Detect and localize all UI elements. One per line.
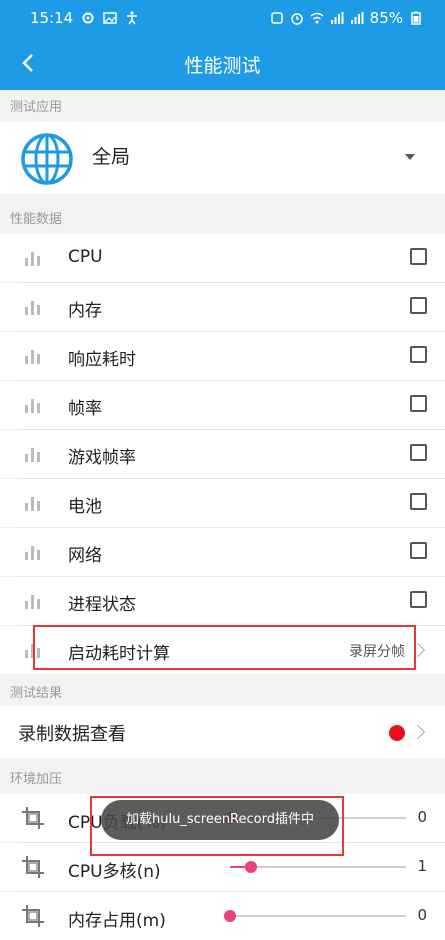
stress-slider[interactable] <box>230 861 406 873</box>
bar-chart-icon <box>25 350 40 364</box>
alarm-icon <box>290 13 303 25</box>
section-header-app: 测试应用 <box>0 90 445 118</box>
metric-checkbox[interactable] <box>410 493 427 510</box>
record-data-row[interactable]: 录制数据查看 <box>0 706 445 758</box>
app-selector[interactable]: 全局 <box>0 122 445 194</box>
dropdown-arrow-icon[interactable] <box>405 154 415 160</box>
bar-chart-icon <box>25 595 40 609</box>
status-time: 15:14 <box>30 9 74 27</box>
record-indicator-dot <box>389 725 405 741</box>
metric-checkbox[interactable] <box>410 297 427 314</box>
metric-row-process-state[interactable]: 进程状态 <box>0 577 445 625</box>
metric-checkbox[interactable] <box>410 591 427 608</box>
globe-icon <box>21 133 73 185</box>
page-title: 性能测试 <box>184 55 261 77</box>
stress-value: 1 <box>417 857 427 875</box>
metric-label: 进程状态 <box>68 595 136 615</box>
metric-row-game-frame-rate[interactable]: 游戏帧率 <box>0 430 445 478</box>
metric-label: 内存 <box>68 301 102 321</box>
crop-icon <box>22 905 44 927</box>
bar-chart-icon <box>25 497 40 511</box>
metric-label: CPU <box>68 247 103 267</box>
stress-label: CPU多核(n) <box>68 862 161 882</box>
metric-checkbox[interactable] <box>410 542 427 559</box>
metric-label: 网络 <box>68 546 102 566</box>
section-header-stress: 环境加压 <box>0 762 445 790</box>
bar-chart-icon <box>25 546 40 560</box>
bar-chart-icon <box>25 252 40 266</box>
nfc-icon <box>270 12 283 24</box>
section-header-results: 测试结果 <box>0 676 445 704</box>
signal-icon <box>330 12 344 24</box>
metric-label: 帧率 <box>68 399 102 419</box>
section-header-metrics: 性能数据 <box>0 202 445 230</box>
metric-row-response-time[interactable]: 响应耗时 <box>0 332 445 380</box>
title-bar: 性能测试 <box>0 36 445 90</box>
signal-2-icon <box>350 12 364 24</box>
slider-thumb[interactable] <box>224 910 236 922</box>
metric-label: 游戏帧率 <box>68 448 136 468</box>
settings-notification-icon <box>82 12 94 24</box>
highlight-box-launch <box>33 625 416 670</box>
metric-checkbox[interactable] <box>410 346 427 363</box>
metric-row-cpu[interactable]: CPU <box>0 234 445 282</box>
status-bar: 15:14 85% <box>0 0 445 36</box>
highlight-box-toast <box>90 796 344 856</box>
metric-checkbox[interactable] <box>410 444 427 461</box>
stress-value: 0 <box>417 808 427 826</box>
metric-row-network[interactable]: 网络 <box>0 528 445 576</box>
metric-label: 电池 <box>68 497 102 517</box>
battery-percent: 85% <box>369 9 403 27</box>
metric-row-frame-rate[interactable]: 帧率 <box>0 381 445 429</box>
chevron-right-icon <box>410 724 426 740</box>
metric-checkbox[interactable] <box>410 395 427 412</box>
stress-value: 0 <box>417 906 427 924</box>
bar-chart-icon <box>25 448 40 462</box>
metric-checkbox[interactable] <box>410 248 427 265</box>
battery-icon <box>411 11 421 25</box>
stress-slider[interactable] <box>224 910 406 922</box>
crop-icon <box>22 807 44 829</box>
metric-row-battery[interactable]: 电池 <box>0 479 445 527</box>
metric-row-memory[interactable]: 内存 <box>0 283 445 331</box>
metric-label: 响应耗时 <box>68 350 136 370</box>
accessibility-notification-icon <box>127 11 138 25</box>
wifi-icon <box>310 12 324 24</box>
stress-label: 内存占用(m) <box>68 911 166 931</box>
app-name: 全局 <box>92 146 131 168</box>
stress-row-memory[interactable]: 内存占用(m) 0 <box>0 892 445 940</box>
bar-chart-icon <box>25 301 40 315</box>
slider-thumb[interactable] <box>245 861 258 873</box>
bar-chart-icon <box>25 399 40 413</box>
record-data-label: 录制数据查看 <box>18 724 126 745</box>
crop-icon <box>22 856 44 878</box>
gallery-notification-icon <box>103 12 117 24</box>
